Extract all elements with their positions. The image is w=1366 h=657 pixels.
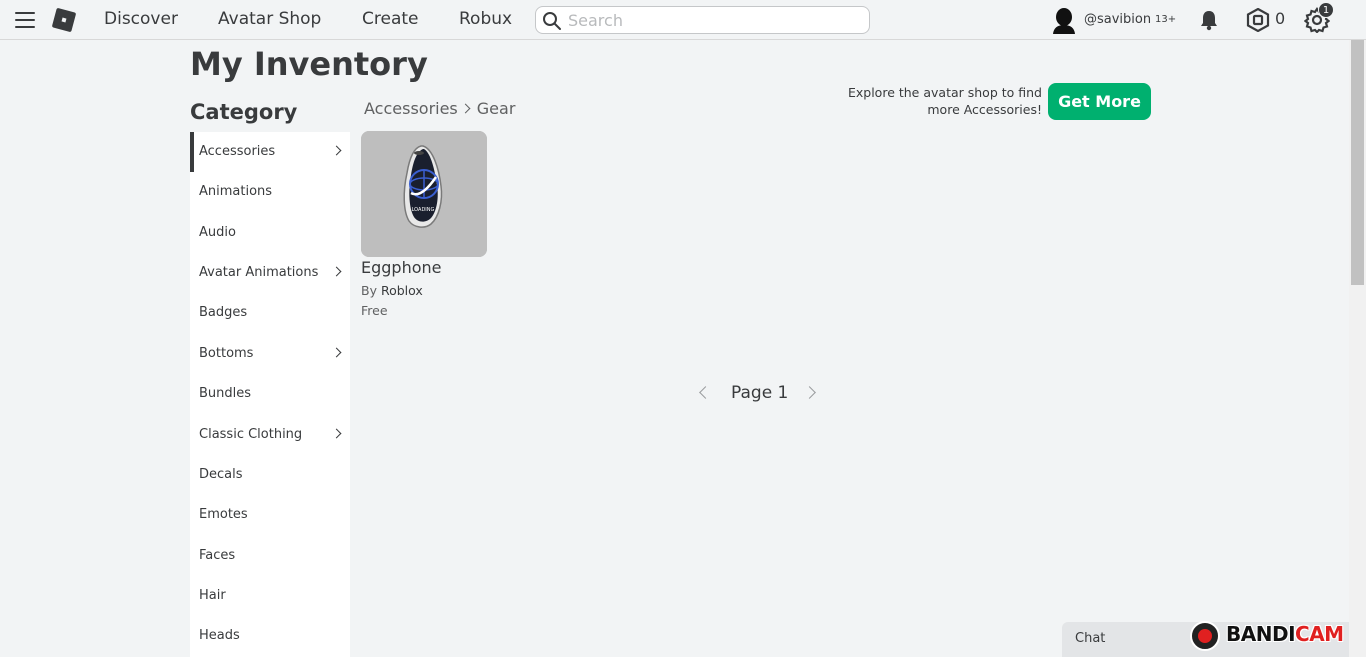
avatar[interactable]	[1050, 6, 1077, 34]
robux-icon[interactable]	[1246, 8, 1270, 32]
category-item-classic-clothing[interactable]: Classic Clothing	[190, 415, 350, 455]
category-item-label: Audio	[199, 225, 236, 240]
bandicam-watermark: BANDICAM	[1188, 618, 1350, 652]
item-price: Free	[361, 303, 388, 318]
watermark-text-part2: CAM	[1295, 622, 1344, 646]
age-tag: 13+	[1155, 14, 1177, 25]
breadcrumb-parent[interactable]: Accessories	[364, 99, 458, 118]
category-heading: Category	[190, 100, 298, 124]
category-item-accessories[interactable]: Accessories	[190, 132, 350, 172]
category-item-label: Avatar Animations	[199, 265, 319, 280]
category-item-label: Emotes	[199, 507, 248, 522]
category-item-emotes[interactable]: Emotes	[190, 495, 350, 535]
category-item-faces[interactable]: Faces	[190, 536, 350, 576]
chevron-right-icon	[331, 347, 342, 358]
get-more-button[interactable]: Get More	[1048, 83, 1151, 120]
category-list: Accessories Animations Audio Avatar Anim…	[190, 132, 350, 657]
nav-link-avatar-shop[interactable]: Avatar Shop	[218, 9, 321, 29]
top-navigation-bar: Discover Avatar Shop Create Robux @savib…	[0, 0, 1366, 40]
chevron-right-icon	[331, 145, 342, 156]
nav-link-create[interactable]: Create	[362, 9, 419, 29]
category-item-label: Accessories	[199, 144, 276, 159]
category-item-decals[interactable]: Decals	[190, 455, 350, 495]
category-item-hair[interactable]: Hair	[190, 576, 350, 616]
category-item-label: Heads	[199, 628, 240, 643]
category-item-bundles[interactable]: Bundles	[190, 374, 350, 414]
category-item-badges[interactable]: Badges	[190, 293, 350, 333]
category-item-label: Faces	[199, 548, 236, 563]
roblox-logo-icon[interactable]	[51, 7, 77, 33]
item-creator-prefix: By	[361, 283, 377, 298]
category-item-label: Badges	[199, 305, 248, 320]
notification-count-badge: 1	[1318, 2, 1334, 18]
menu-icon[interactable]	[15, 12, 35, 28]
pager-label: Page 1	[731, 383, 789, 403]
chevron-right-icon	[331, 428, 342, 439]
breadcrumb: Accessories Gear	[364, 99, 515, 118]
item-creator-link[interactable]: Roblox	[381, 283, 423, 298]
category-item-heads[interactable]: Heads	[190, 616, 350, 656]
item-thumbnail[interactable]: LOADING	[361, 131, 487, 257]
notification-bell-icon[interactable]	[1198, 9, 1220, 31]
pager-next-icon[interactable]	[803, 386, 816, 399]
category-item-bottoms[interactable]: Bottoms	[190, 334, 350, 374]
eggphone-image: LOADING	[361, 131, 487, 257]
category-item-label: Animations	[199, 184, 273, 199]
nav-link-discover[interactable]: Discover	[104, 9, 178, 29]
explore-shop-text: Explore the avatar shop to find more Acc…	[847, 85, 1042, 117]
category-item-label: Decals	[199, 467, 243, 482]
chevron-right-icon	[460, 103, 471, 114]
svg-text:LOADING: LOADING	[412, 207, 435, 213]
watermark-text-part1: BANDI	[1226, 622, 1296, 646]
item-creator: By Roblox	[361, 283, 423, 298]
record-icon	[1190, 621, 1220, 651]
category-item-avatar-animations[interactable]: Avatar Animations	[190, 253, 350, 293]
page-scrollbar[interactable]	[1349, 40, 1366, 657]
search-box	[535, 6, 870, 34]
chat-label: Chat	[1075, 631, 1106, 646]
category-item-animations[interactable]: Animations	[190, 172, 350, 212]
robux-balance[interactable]: 0	[1275, 9, 1285, 28]
item-name[interactable]: Eggphone	[361, 258, 442, 277]
nav-link-robux[interactable]: Robux	[459, 9, 512, 29]
scrollbar-thumb[interactable]	[1351, 40, 1364, 285]
category-item-label: Classic Clothing	[199, 427, 303, 442]
category-item-label: Bottoms	[199, 346, 254, 361]
chevron-right-icon	[331, 266, 342, 277]
search-icon[interactable]	[542, 11, 562, 31]
search-input[interactable]	[568, 10, 858, 30]
category-item-label: Bundles	[199, 386, 252, 401]
watermark-text: BANDICAM	[1226, 622, 1344, 646]
username-label[interactable]: @savibion	[1084, 12, 1151, 27]
pager-prev-icon[interactable]	[699, 386, 712, 399]
category-item-label: Hair	[199, 588, 226, 603]
breadcrumb-current: Gear	[476, 99, 516, 118]
page-title: My Inventory	[190, 45, 428, 83]
category-item-audio[interactable]: Audio	[190, 213, 350, 253]
